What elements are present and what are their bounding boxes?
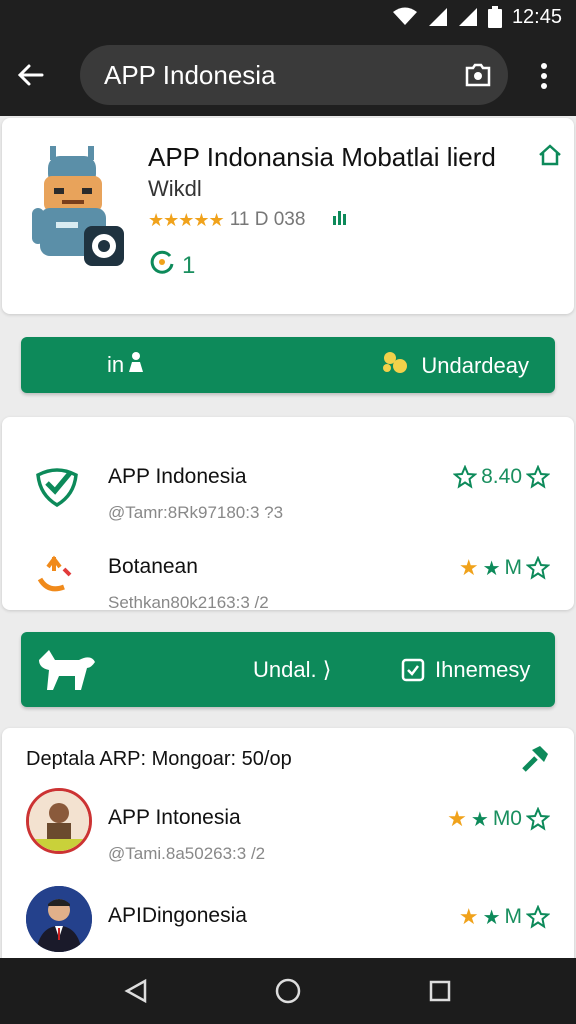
install-button[interactable]: in [107, 351, 144, 379]
list-item[interactable]: APP Intonesia @Tami.8a50263:3 /2 ★ ★ M0 [2, 728, 574, 863]
signal-icon-2 [458, 7, 478, 27]
app-bar: APP Indonesia [0, 34, 576, 116]
list-item[interactable]: APIDingonesia ★ ★ M [2, 826, 574, 952]
app-count: 1 [148, 248, 195, 283]
rating-stars-icon: ★★★★★ [148, 209, 225, 230]
item-title: APP Indonesia [108, 465, 247, 488]
app-icon [30, 146, 130, 266]
app-rating: ★★★★★ 11 D 038 [148, 208, 349, 232]
star-filled-icon: ★ [482, 906, 501, 929]
square-recents-icon [429, 980, 451, 1002]
item-rating: ★ ★ M [459, 904, 550, 930]
camera-icon[interactable] [448, 45, 508, 105]
star-filled-icon: ★ [482, 557, 501, 580]
checkbox-icon [401, 658, 425, 682]
star-outline-icon [526, 905, 550, 929]
app-list-2: Deptala ARP: Mongoar: 50/op APP Intonesi… [2, 728, 574, 988]
rating-value: M [504, 905, 523, 928]
item-rating: 8.40 [453, 465, 550, 489]
install-label: in [107, 352, 125, 377]
list-item[interactable]: Botanean Sethkan80k2163:3 /2 ★ ★ M [2, 525, 574, 615]
item-subtitle: @Tamr:8Rk97180:3 ?3 [108, 503, 284, 522]
star-outline-icon [526, 556, 550, 580]
status-time: 12:45 [511, 5, 562, 28]
item-title: APIDingonesia [108, 904, 247, 927]
nav-recents-button[interactable] [415, 966, 465, 1016]
more-options-button[interactable] [526, 56, 562, 96]
item-subtitle: Sethkan80k2163:3 /2 [108, 593, 269, 612]
star-outline-icon [526, 465, 550, 489]
update-label: Undardeay [421, 353, 529, 378]
checkbox-button[interactable]: Ihnemesy [401, 657, 530, 683]
rating-text: 11 D 038 [229, 209, 306, 230]
item-rating: ★ ★ M [459, 555, 550, 581]
list-item[interactable]: APP Indonesia @Tamr:8Rk97180:3 ?3 8.40 [2, 435, 574, 525]
more-vert-icon [541, 63, 547, 89]
person-icon [128, 351, 144, 379]
update-button[interactable]: Undardeay [381, 351, 529, 381]
star-filled-icon: ★ [458, 555, 479, 580]
action-bar-install[interactable]: in Undardeay [21, 337, 555, 393]
triangle-back-icon [124, 978, 147, 1004]
app-subtitle: Wikdl [148, 176, 202, 201]
star-outline-icon [453, 465, 478, 489]
action-bar-details[interactable]: Undal. ⟩ Ihnemesy [21, 632, 555, 707]
star-filled-icon: ★ [458, 904, 479, 929]
circle-home-icon [275, 978, 301, 1004]
app-hero-card[interactable]: APP Indonansia Mobatlai lierd Wikdl ★★★★… [2, 118, 574, 314]
nav-back-button[interactable] [111, 966, 161, 1016]
arrow-left-icon [17, 64, 44, 86]
people-icon [381, 351, 409, 381]
count-value: 1 [182, 251, 196, 279]
battery-icon [487, 6, 502, 28]
back-button[interactable] [0, 45, 60, 105]
app-list-1: APP Indonesia @Tamr:8Rk97180:3 ?3 8.40 B… [2, 417, 574, 612]
app-title: APP Indonansia Mobatlai lierd [148, 142, 496, 172]
wifi-icon [392, 7, 418, 27]
status-bar: 12:45 [0, 0, 576, 34]
search-bar[interactable]: APP Indonesia [80, 45, 508, 105]
rating-value: 8.40 [481, 465, 522, 488]
shield-check-icon [32, 459, 82, 509]
item-title: Botanean [108, 555, 198, 578]
system-nav-bar [0, 958, 576, 1024]
refresh-icon [148, 248, 176, 283]
avatar [26, 886, 92, 952]
details-button[interactable]: Undal. ⟩ [253, 657, 331, 683]
signal-icon [428, 7, 448, 27]
home-icon[interactable] [538, 144, 562, 171]
hand-icon [32, 549, 82, 599]
checkbox-label: Ihnemesy [435, 657, 531, 682]
dog-icon [35, 646, 99, 699]
nav-home-button[interactable] [263, 966, 313, 1016]
rating-value: M [504, 556, 523, 579]
search-input[interactable]: APP Indonesia [104, 60, 448, 91]
bar-chart-icon [331, 208, 349, 232]
